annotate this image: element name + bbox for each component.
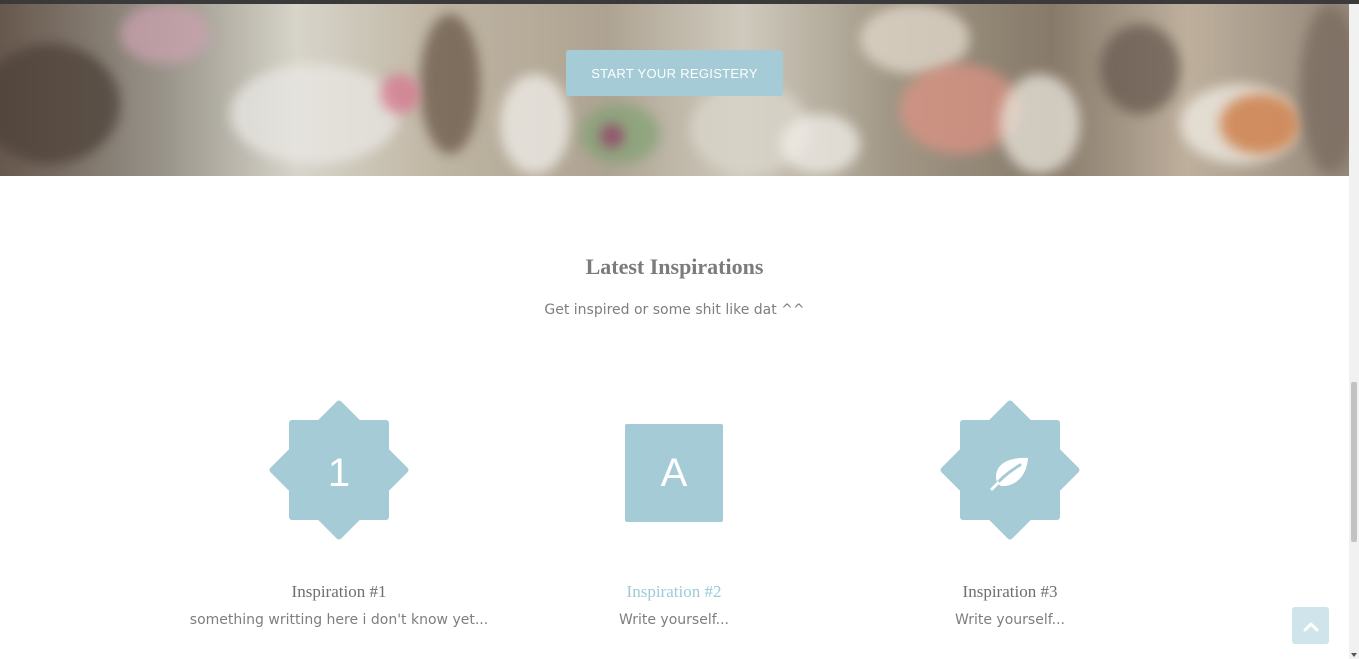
- inspiration-card-1: 1 Inspiration #1 something writting here…: [179, 399, 499, 628]
- badge-number-icon: 1: [268, 399, 410, 541]
- leaf-badge-icon: [939, 399, 1081, 541]
- inspiration-card-3: Inspiration #3 Write yourself...: [850, 399, 1170, 628]
- inspiration-title-2[interactable]: Inspiration #2: [514, 582, 834, 602]
- scroll-down-arrow-icon[interactable]: [1351, 653, 1357, 657]
- section-subtitle: Get inspired or some shit like dat ^^: [544, 302, 805, 318]
- inspiration-title-3[interactable]: Inspiration #3: [850, 582, 1170, 602]
- inspiration-card-2: A Inspiration #2 Write yourself...: [514, 400, 834, 628]
- inspiration-text-3: Write yourself...: [955, 612, 1065, 628]
- square-letter-icon: A: [604, 400, 744, 540]
- leaf-icon: [940, 400, 1080, 546]
- top-border: [0, 0, 1359, 4]
- inspiration-text-1: something writting here i don't know yet…: [189, 612, 489, 628]
- scrollbar[interactable]: [1349, 4, 1359, 659]
- chevron-up-icon: [1303, 622, 1318, 631]
- start-registry-button[interactable]: START YOUR REGISTERY: [566, 50, 783, 96]
- square-letter-text: A: [660, 450, 688, 495]
- scroll-to-top-button[interactable]: [1292, 607, 1329, 644]
- section-title: Latest Inspirations: [585, 254, 764, 279]
- badge-number-text: 1: [327, 450, 351, 495]
- inspiration-title-1[interactable]: Inspiration #1: [179, 582, 499, 602]
- inspiration-text-2: Write yourself...: [619, 612, 729, 628]
- scrollbar-thumb[interactable]: [1351, 382, 1357, 542]
